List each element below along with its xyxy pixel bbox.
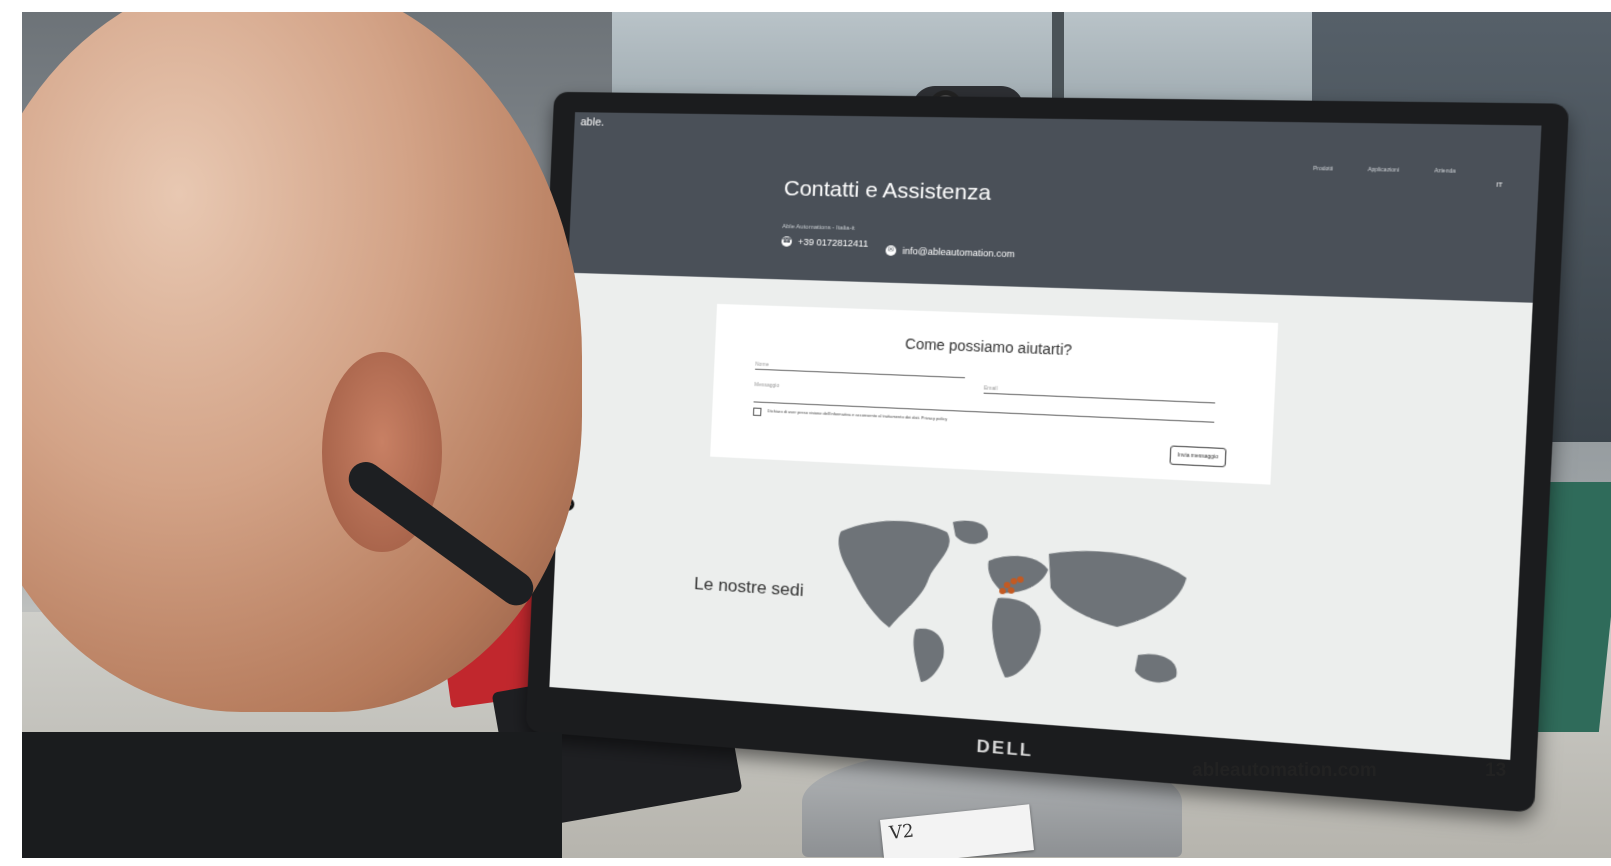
phone-contact[interactable]: ☎ +39 0172812411: [781, 236, 868, 249]
nav-item-products[interactable]: Prodotti: [1313, 166, 1333, 173]
phone-icon: ☎: [781, 236, 793, 247]
site-nav: Prodotti Applicazioni Azienda: [1313, 166, 1456, 175]
map-australia: [1134, 653, 1178, 684]
monitor-screen: able. Prodotti Applicazioni Azienda IT C…: [549, 112, 1542, 760]
site-logo[interactable]: able.: [580, 116, 604, 128]
site-header: able. Prodotti Applicazioni Azienda IT C…: [567, 112, 1542, 303]
mail-icon: ✉: [885, 245, 897, 256]
world-map: [834, 517, 1188, 684]
locations-title: Le nostre sedi: [693, 573, 805, 601]
phone-number: +39 0172812411: [797, 236, 869, 249]
nav-item-company[interactable]: Azienda: [1434, 168, 1456, 175]
email-contact[interactable]: ✉ info@ableautomation.com: [885, 245, 1015, 259]
map-north-america: [834, 517, 951, 632]
privacy-checkbox[interactable]: [752, 407, 762, 417]
company-name: Able Automations - Italia-it: [782, 223, 855, 232]
name-placeholder: Nome: [755, 361, 770, 369]
map-europe: [986, 554, 1049, 596]
shirt: [22, 732, 562, 858]
map-greenland: [951, 520, 989, 545]
page-title: Contatti e Assistenza: [783, 176, 992, 206]
page-number: 13: [1485, 760, 1507, 781]
email-address: info@ableautomation.com: [902, 245, 1015, 260]
footer-url: ableautomation.com: [1192, 760, 1377, 781]
contact-form: Come possiamo aiutarti? Nome Email Messa…: [710, 303, 1279, 485]
head: [22, 12, 582, 712]
person: [22, 12, 582, 858]
nav-item-applications[interactable]: Applicazioni: [1368, 167, 1399, 174]
map-africa: [989, 597, 1043, 680]
message-placeholder: Messaggio: [754, 381, 780, 390]
dell-logo: DELL: [976, 736, 1034, 761]
map-south-america: [911, 627, 946, 684]
map-asia: [1045, 548, 1188, 632]
monitor: able. Prodotti Applicazioni Azienda IT C…: [525, 91, 1570, 813]
send-message-button[interactable]: Invia messaggio: [1169, 445, 1227, 468]
language-switch[interactable]: IT: [1496, 182, 1503, 189]
